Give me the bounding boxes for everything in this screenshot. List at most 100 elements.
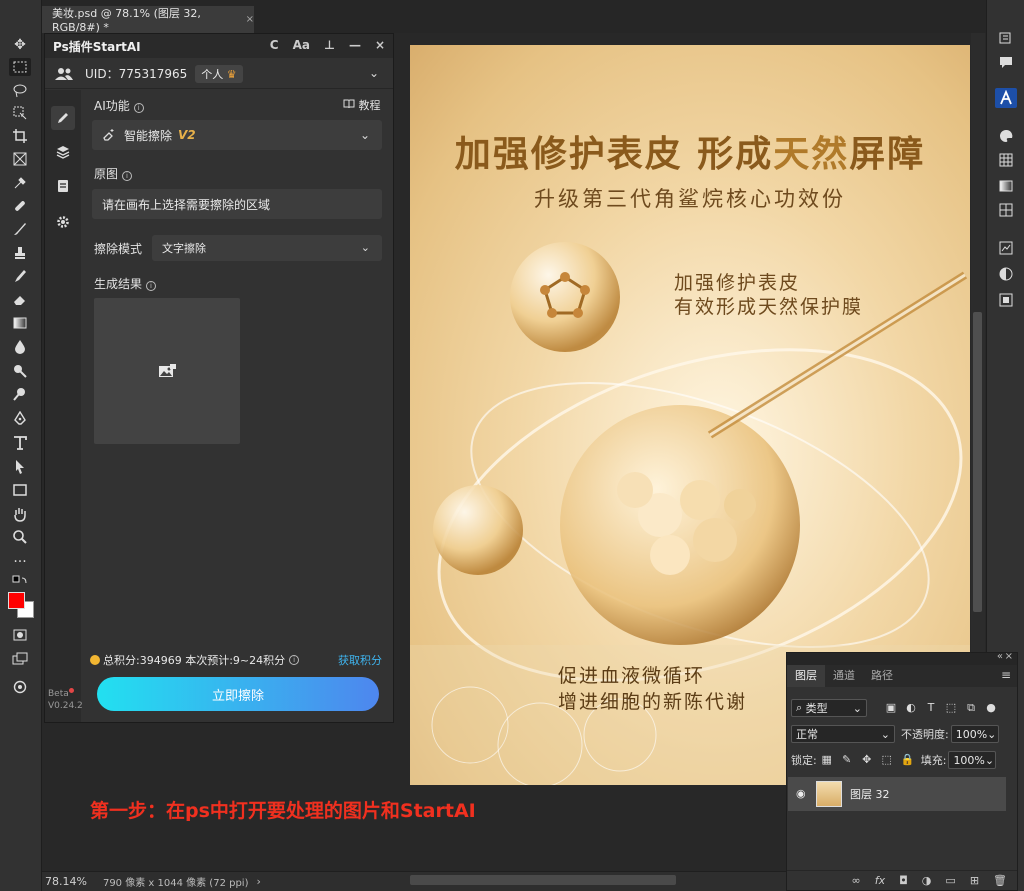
layer-filter-select[interactable]: ⌕ 类型 ⌄ (791, 699, 867, 717)
tab-paths[interactable]: 路径 (863, 665, 901, 687)
lock-artboard-icon[interactable]: ⬚ (881, 754, 893, 766)
blend-mode-select[interactable]: 正常 ⌄ (791, 725, 895, 743)
startai-dock-icon[interactable] (995, 88, 1017, 108)
erase-mode-select[interactable]: 文字擦除 ⌄ (152, 235, 382, 261)
more-tools-icon[interactable]: ··· (9, 553, 31, 571)
dodge-tool-icon[interactable] (9, 362, 31, 380)
lock-pixels-icon[interactable]: ✎ (841, 754, 853, 766)
opacity-input[interactable]: 100% ⌄ (950, 725, 999, 743)
info-icon[interactable]: i (289, 655, 300, 665)
eraser-tool-icon[interactable] (9, 290, 31, 308)
close-icon[interactable]: × (1005, 651, 1013, 662)
status-expand-icon[interactable]: › (256, 875, 260, 888)
layers-panel-grip[interactable]: «× (787, 651, 1017, 665)
minimize-icon[interactable]: — (349, 38, 361, 52)
crop-tool-icon[interactable] (9, 127, 31, 145)
move-tool-icon[interactable]: ✥ (9, 36, 31, 54)
pen-edit-icon[interactable] (51, 106, 75, 130)
adjustment-layer-icon[interactable]: ◑ (922, 874, 932, 887)
properties-icon[interactable] (995, 290, 1017, 310)
close-icon[interactable]: × (375, 38, 385, 52)
pen-tool-icon[interactable] (9, 410, 31, 428)
type-tool-icon[interactable] (9, 434, 31, 452)
vertical-scrollbar[interactable] (973, 312, 982, 612)
adjustments-icon[interactable] (995, 264, 1017, 284)
plugin-header[interactable]: Ps插件StartAI C Aa ⊥ — × (45, 34, 393, 58)
tab-channels[interactable]: 通道 (825, 665, 863, 687)
object-select-tool-icon[interactable] (9, 104, 31, 122)
erase-now-button[interactable]: 立即擦除 (97, 677, 379, 711)
path-select-tool-icon[interactable] (9, 458, 31, 476)
comments-icon[interactable] (995, 52, 1017, 72)
add-mask-icon[interactable]: ◘ (899, 874, 908, 887)
history-brush-tool-icon[interactable] (9, 267, 31, 285)
horizontal-scrollbar[interactable] (410, 875, 676, 885)
filter-pixel-icon[interactable]: ▣ (885, 702, 897, 714)
new-layer-icon[interactable]: ⊞ (970, 874, 979, 887)
tutorial-link[interactable]: 教程 (343, 97, 381, 113)
close-tab-icon[interactable]: × (246, 14, 254, 25)
color-palette-icon[interactable] (995, 126, 1017, 146)
marquee-tool-icon[interactable] (9, 58, 31, 76)
filter-toggle-icon[interactable]: ● (985, 702, 997, 714)
plugin-launch-icon[interactable] (9, 678, 31, 696)
collapse-icon[interactable]: « (997, 651, 1003, 662)
frame-tool-icon[interactable] (9, 150, 31, 168)
selection-prompt-field[interactable]: 请在画布上选择需要擦除的区域 (92, 189, 382, 219)
zoom-level[interactable]: 78.14% (45, 875, 87, 888)
blur-tool-icon[interactable] (9, 338, 31, 356)
lock-all-icon[interactable]: 🔒 (901, 754, 915, 766)
info-icon[interactable]: i (122, 171, 133, 181)
gear-icon[interactable] (51, 210, 75, 234)
user-bar[interactable]: UID：775317965 个人 ♛ ⌄ (45, 59, 393, 89)
filter-shape-icon[interactable]: ⬚ (945, 702, 957, 714)
history-icon[interactable] (995, 28, 1017, 48)
version-info: Beta V0.24.2 (48, 688, 83, 712)
result-preview[interactable] (94, 298, 240, 444)
info-icon[interactable]: i (133, 103, 144, 113)
ai-function-select[interactable]: 智能擦除 V2 ⌄ (92, 120, 382, 150)
swatches-icon[interactable] (995, 150, 1017, 170)
pin-icon[interactable]: ⊥ (324, 38, 335, 52)
document-tab[interactable]: 美妆.psd @ 78.1% (图层 32, RGB/8#) * × (42, 6, 254, 34)
clone-stamp-tool-icon[interactable] (9, 244, 31, 262)
healing-brush-tool-icon[interactable] (9, 197, 31, 215)
hand-tool-icon[interactable] (9, 505, 31, 523)
filter-type-icon[interactable]: T (925, 702, 937, 714)
zoom-tool-icon[interactable] (9, 528, 31, 546)
dodge-alt-tool-icon[interactable] (9, 385, 31, 403)
panel-menu-icon[interactable]: ≡ (1001, 668, 1011, 682)
refresh-icon[interactable]: C (270, 38, 279, 52)
lock-transparency-icon[interactable]: ▦ (821, 754, 833, 766)
fx-icon[interactable]: fx (875, 874, 885, 887)
artwork-headline-part-a: 加强修护表皮 形成 (454, 133, 774, 175)
opacity-value: 100% (955, 727, 988, 741)
group-folder-icon[interactable]: ▭ (945, 874, 955, 887)
layer-row[interactable]: ◉ 图层 32 (788, 777, 1006, 811)
layers-stack-icon[interactable] (51, 140, 75, 164)
link-layers-icon[interactable]: ∞ (852, 874, 861, 887)
gradients-icon[interactable] (995, 176, 1017, 196)
filter-smart-icon[interactable]: ⧉ (965, 702, 977, 714)
brush-tool-icon[interactable] (9, 220, 31, 238)
swap-colors-icon[interactable] (9, 574, 31, 592)
get-points-link[interactable]: 获取积分 (338, 652, 382, 668)
patterns-icon[interactable] (995, 200, 1017, 220)
filter-adjust-icon[interactable]: ◐ (905, 702, 917, 714)
info-icon[interactable]: i (146, 281, 157, 291)
screen-mode-icon[interactable] (9, 650, 31, 668)
font-size-icon[interactable]: Aa (293, 38, 310, 52)
gradient-tool-icon[interactable] (9, 314, 31, 332)
chevron-down-icon[interactable]: ⌄ (369, 66, 379, 80)
quick-mask-icon[interactable] (9, 626, 31, 644)
lock-position-icon[interactable]: ✥ (861, 754, 873, 766)
lasso-tool-icon[interactable] (9, 82, 31, 100)
rectangle-tool-icon[interactable] (9, 481, 31, 499)
fill-input[interactable]: 100% ⌄ (948, 751, 997, 769)
visibility-eye-icon[interactable]: ◉ (796, 787, 806, 800)
trash-icon[interactable]: 🗑 (993, 874, 1007, 887)
document-icon[interactable] (51, 174, 75, 198)
libraries-icon[interactable] (995, 238, 1017, 258)
tab-layers[interactable]: 图层 (787, 665, 825, 687)
eyedropper-tool-icon[interactable] (9, 174, 31, 192)
